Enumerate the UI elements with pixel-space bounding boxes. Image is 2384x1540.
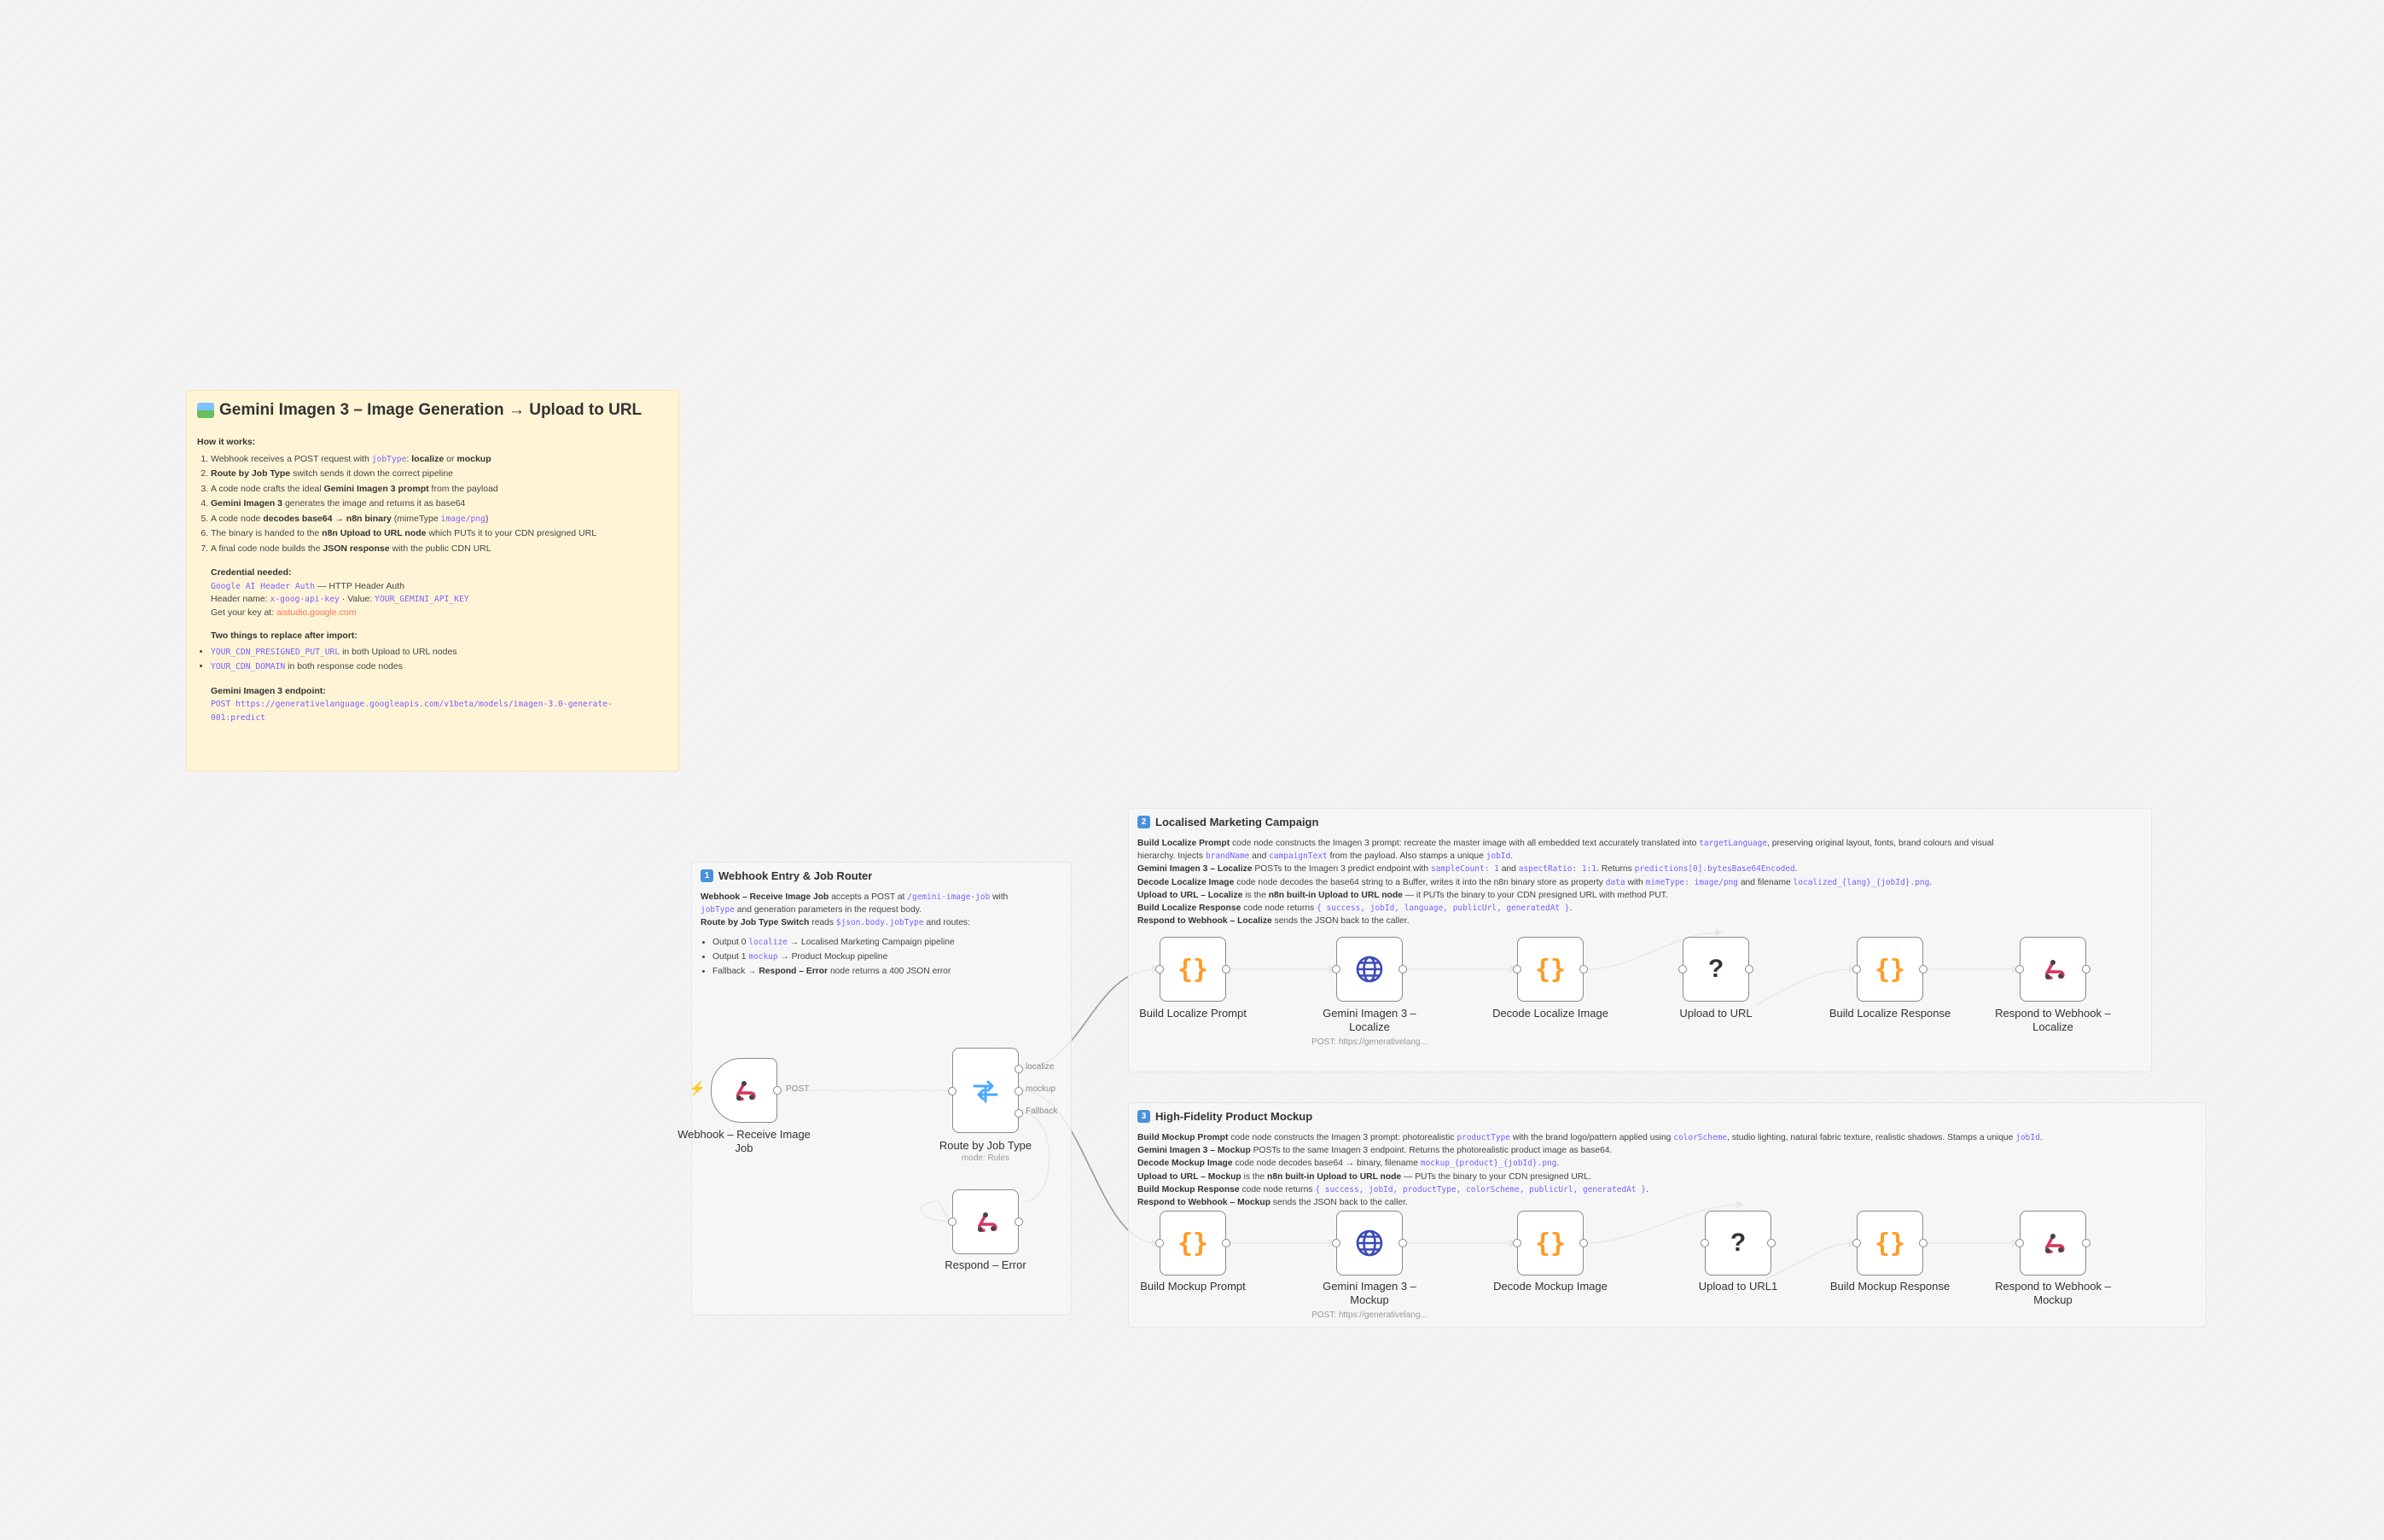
node-label: Decode Mockup Image xyxy=(1493,1280,1608,1293)
output-port[interactable] xyxy=(1767,1239,1776,1247)
input-port[interactable] xyxy=(1852,1239,1861,1247)
build-localize-response-node[interactable]: {} xyxy=(1852,937,1928,1002)
output-port[interactable] xyxy=(1222,965,1230,973)
router-note-body: Webhook – Receive Image Job accepts a PO… xyxy=(701,891,1062,979)
code-braces-icon: {} xyxy=(1177,1228,1209,1258)
code-braces-icon: {} xyxy=(1874,954,1906,985)
gemini-imagen-mockup-node[interactable] xyxy=(1332,1211,1407,1276)
output-port[interactable] xyxy=(773,1086,782,1095)
node-label: Decode Localize Image xyxy=(1492,1007,1608,1020)
output-port[interactable] xyxy=(1015,1217,1023,1226)
input-port[interactable] xyxy=(1678,965,1687,973)
build-localize-prompt-node[interactable]: {} xyxy=(1155,937,1230,1002)
localize-note-title: 2 Localised Marketing Campaign xyxy=(1137,816,2143,828)
node-label: Route by Job Type xyxy=(939,1139,1032,1152)
node-label: Build Mockup Prompt xyxy=(1140,1280,1246,1293)
node-label: Gemini Imagen 3 – Localize xyxy=(1323,1007,1416,1033)
input-port[interactable] xyxy=(948,1087,957,1095)
output-port[interactable] xyxy=(1745,965,1753,973)
mockup-note-title: 3 High-Fidelity Product Mockup xyxy=(1137,1110,2197,1123)
port-label-mockup: mockup xyxy=(1026,1084,1056,1094)
respond-error-node[interactable] xyxy=(948,1189,1023,1254)
respond-to-webhook-mockup-node[interactable] xyxy=(2015,1211,2090,1276)
router-note-title: 1 Webhook Entry & Job Router xyxy=(701,869,1062,882)
input-port[interactable] xyxy=(1155,965,1164,973)
node-subtitle: POST: https://generativelang... xyxy=(1311,1310,1427,1320)
workflow-canvas[interactable]: Gemini Imagen 3 – Image Generation → Upl… xyxy=(0,0,2384,1540)
output-port-fallback[interactable] xyxy=(1015,1109,1023,1118)
node-label: Build Mockup Response xyxy=(1829,1280,1951,1293)
localize-note-body: Build Localize Prompt code node construc… xyxy=(1137,839,1994,927)
input-port[interactable] xyxy=(1513,965,1521,973)
build-mockup-response-node[interactable]: {} xyxy=(1852,1211,1928,1276)
node-label: Respond to Webhook – Mockup xyxy=(1995,1280,2111,1306)
port-label-fallback: Fallback xyxy=(1026,1107,1058,1116)
input-port[interactable] xyxy=(1852,965,1861,973)
webhook-icon xyxy=(736,1081,756,1101)
main-note-body: How it works: Webhook receives a POST re… xyxy=(197,435,668,724)
unknown-node-icon: ? xyxy=(1730,1229,1747,1257)
unknown-node-icon: ? xyxy=(1707,955,1724,983)
input-port[interactable] xyxy=(948,1217,957,1226)
build-mockup-prompt-node[interactable]: {} xyxy=(1155,1211,1230,1276)
input-port[interactable] xyxy=(1332,965,1340,973)
node-label: Upload to URL1 xyxy=(1698,1280,1778,1293)
how-it-works-steps: Webhook receives a POST request with job… xyxy=(197,452,668,557)
main-note-title: Gemini Imagen 3 – Image Generation → Upl… xyxy=(197,401,668,420)
input-port[interactable] xyxy=(2015,965,2024,973)
node-label: Upload to URL xyxy=(1679,1007,1753,1020)
port-label-post: POST xyxy=(786,1084,810,1094)
webhook-icon xyxy=(978,1212,997,1232)
decode-localize-image-node[interactable]: {} xyxy=(1513,937,1588,1002)
node-label: Respond to Webhook – Localize xyxy=(1995,1007,2111,1033)
input-port[interactable] xyxy=(1332,1239,1340,1247)
output-port[interactable] xyxy=(1222,1239,1230,1247)
trigger-bolt-icon: ⚡ xyxy=(689,1082,706,1096)
webhook-receive-node[interactable] xyxy=(711,1058,782,1123)
upload-to-url-node[interactable]: ? xyxy=(1678,937,1753,1002)
input-port[interactable] xyxy=(1155,1239,1164,1247)
port-label-localize: localize xyxy=(1026,1062,1055,1072)
input-port[interactable] xyxy=(1513,1239,1521,1247)
input-port[interactable] xyxy=(2015,1239,2024,1247)
route-by-job-type-node[interactable] xyxy=(948,1048,1023,1133)
main-sticky-note[interactable]: Gemini Imagen 3 – Image Generation → Upl… xyxy=(186,390,679,771)
output-port[interactable] xyxy=(1919,965,1928,973)
respond-to-webhook-localize-node[interactable] xyxy=(2015,937,2090,1002)
output-port[interactable] xyxy=(2082,1239,2090,1247)
output-port[interactable] xyxy=(1398,1239,1407,1247)
output-port[interactable] xyxy=(1579,1239,1588,1247)
gemini-imagen-localize-node[interactable] xyxy=(1332,937,1407,1002)
webhook-icon xyxy=(2045,960,2065,979)
code-braces-icon: {} xyxy=(1534,1228,1567,1258)
output-port[interactable] xyxy=(1579,965,1588,973)
code-braces-icon: {} xyxy=(1177,954,1209,985)
output-port[interactable] xyxy=(1398,965,1407,973)
node-label: Gemini Imagen 3 – Mockup xyxy=(1323,1280,1416,1306)
output-port[interactable] xyxy=(2082,965,2090,973)
output-port[interactable] xyxy=(1919,1239,1928,1247)
output-port-mockup[interactable] xyxy=(1015,1087,1023,1095)
code-braces-icon: {} xyxy=(1534,954,1567,985)
code-braces-icon: {} xyxy=(1874,1228,1906,1258)
node-subtitle: POST: https://generativelang... xyxy=(1311,1037,1427,1047)
node-label: Build Localize Prompt xyxy=(1139,1007,1247,1020)
output-port-localize[interactable] xyxy=(1015,1065,1023,1073)
decode-mockup-image-node[interactable]: {} xyxy=(1513,1211,1588,1276)
globe-icon xyxy=(1356,1229,1383,1257)
node-subtitle: mode: Rules xyxy=(961,1154,1010,1163)
switch-icon xyxy=(973,1080,998,1103)
node-label: Respond – Error xyxy=(945,1258,1026,1271)
node-label: Webhook – Receive Image Job xyxy=(677,1128,811,1154)
globe-icon xyxy=(1356,956,1383,983)
input-port[interactable] xyxy=(1701,1239,1709,1247)
mockup-note-body: Build Mockup Prompt code node constructs… xyxy=(1137,1133,2043,1208)
upload-to-url1-node[interactable]: ? xyxy=(1701,1211,1776,1276)
webhook-icon xyxy=(2045,1234,2065,1253)
ai-studio-link[interactable]: aistudio.google.com xyxy=(276,607,356,618)
node-label: Build Localize Response xyxy=(1829,1007,1951,1020)
picture-icon xyxy=(197,403,214,418)
